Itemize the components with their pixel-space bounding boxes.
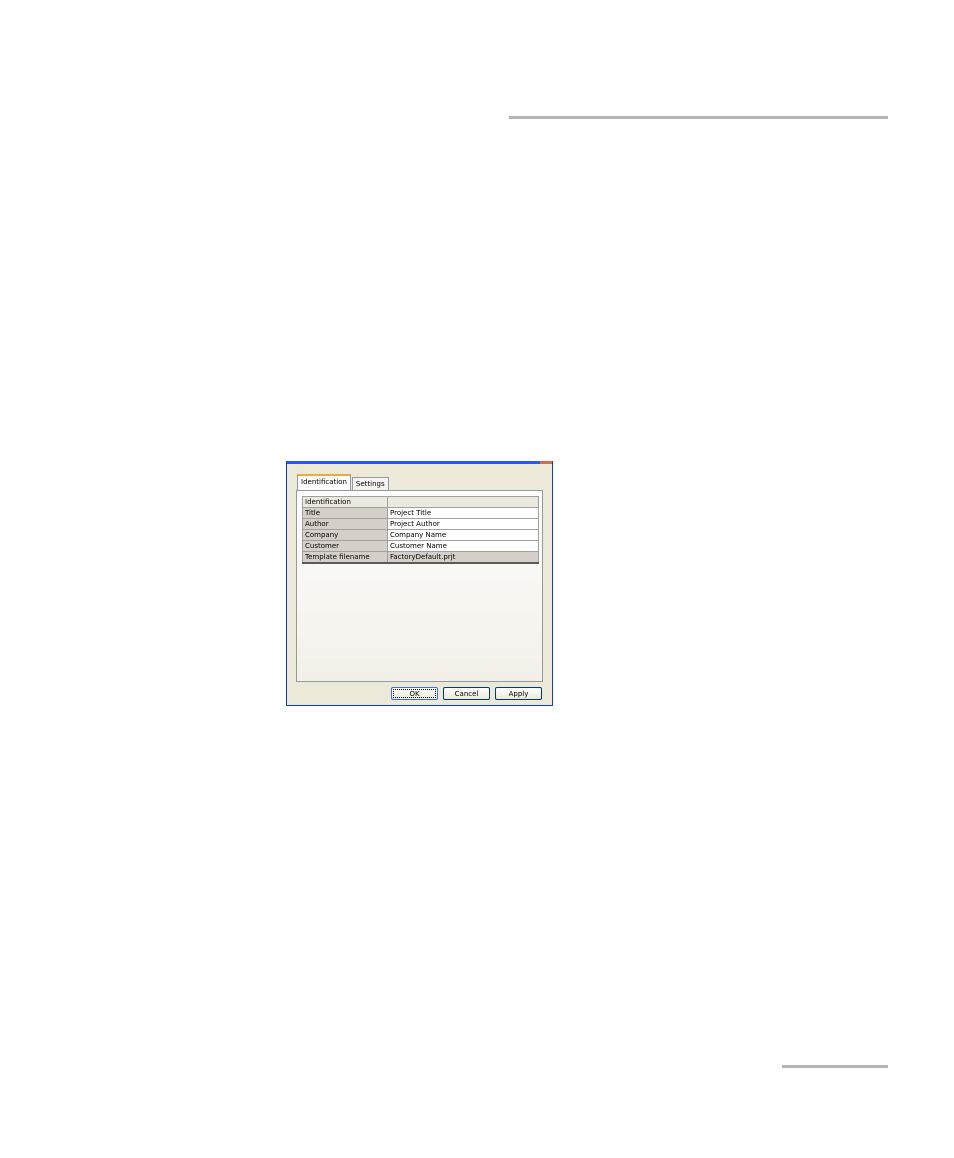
page-header-rule (509, 116, 888, 119)
title-field[interactable]: Project Title (387, 507, 539, 519)
tab-panel-identification: Identification Title Project Title Autho… (296, 490, 543, 682)
page-footer-rule (782, 1065, 888, 1068)
property-label-title: Title (302, 507, 388, 519)
template-filename-field[interactable]: FactoryDefault.prjt (387, 551, 539, 564)
table-row: Company Company Name (302, 529, 539, 541)
cancel-button[interactable]: Cancel (443, 687, 490, 700)
customer-field[interactable]: Customer Name (387, 540, 539, 552)
table-row: Author Project Author (302, 518, 539, 530)
property-label-company: Company (302, 529, 388, 541)
tab-strip: Identification Settings (297, 474, 389, 490)
table-row: Customer Customer Name (302, 540, 539, 552)
property-label-template-filename: Template filename (302, 551, 388, 564)
property-grid-header-value (387, 496, 539, 508)
table-row: Title Project Title (302, 507, 539, 519)
author-field[interactable]: Project Author (387, 518, 539, 530)
ok-button[interactable]: OK (391, 687, 438, 700)
property-label-customer: Customer (302, 540, 388, 552)
property-grid-header-row: Identification (302, 496, 539, 508)
table-row: Template filename FactoryDefault.prjt (302, 551, 539, 564)
property-label-author: Author (302, 518, 388, 530)
project-properties-dialog: Identification Settings Identification T… (286, 461, 553, 706)
close-icon[interactable] (540, 461, 552, 464)
tab-settings[interactable]: Settings (351, 477, 389, 490)
dialog-titlebar[interactable] (287, 461, 552, 464)
tab-identification[interactable]: Identification (297, 474, 351, 490)
property-grid-header: Identification (302, 496, 388, 508)
dialog-button-row: OK Cancel Apply (391, 687, 542, 700)
apply-button[interactable]: Apply (495, 687, 542, 700)
company-field[interactable]: Company Name (387, 529, 539, 541)
identification-property-grid: Identification Title Project Title Autho… (302, 496, 539, 564)
